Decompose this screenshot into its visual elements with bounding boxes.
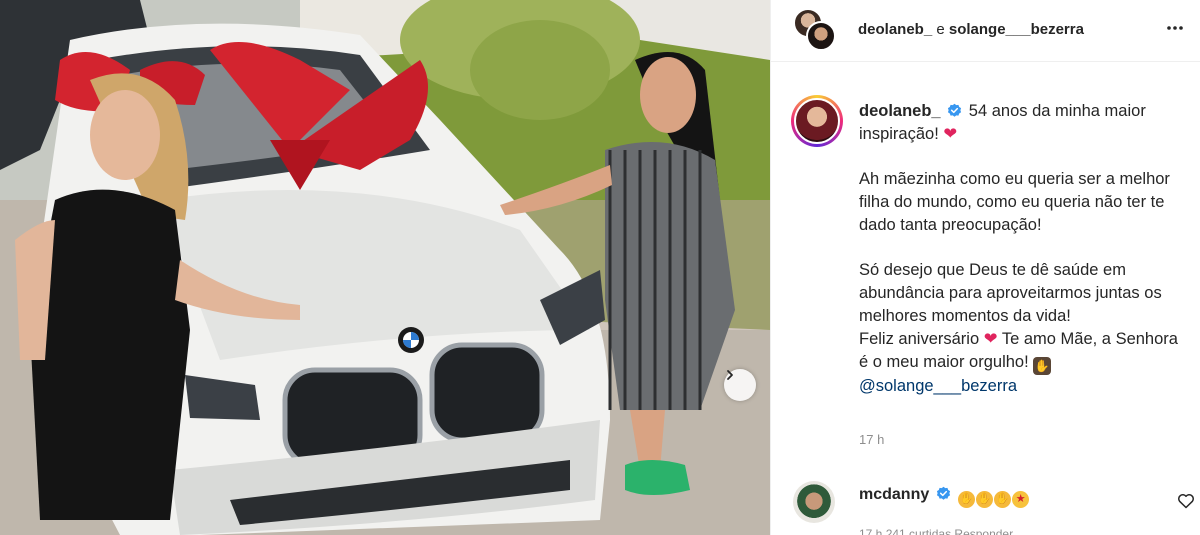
author-username-link[interactable]: deolaneb_ (858, 21, 932, 38)
post-side-panel: deolaneb_ e solange___bezerra deolaneb_ … (770, 0, 1200, 535)
clapping-emoji-icon: ✋ (976, 491, 994, 508)
caption-avatar[interactable] (791, 95, 843, 147)
coauthor-username-link[interactable]: solange___bezerra (949, 21, 1084, 38)
clapping-emoji-icon: ✋ (994, 491, 1012, 508)
caption-paragraph-3-b: Feliz aniversário (859, 330, 980, 348)
post-authors: deolaneb_ e solange___bezerra (858, 21, 1084, 38)
mention-link[interactable]: @solange___bezerra (859, 377, 1017, 395)
commenter-username-link[interactable]: mcdanny (859, 486, 929, 503)
collab-avatars[interactable] (793, 8, 837, 52)
verified-badge-icon (948, 103, 962, 117)
heart-emoji-icon-2: ❤ (983, 330, 998, 348)
coauthor-avatar[interactable] (806, 21, 836, 51)
verified-badge-icon (936, 486, 950, 500)
comment-item: mcdanny ✋ ✋ ✋ ★ (859, 486, 1030, 508)
post-timestamp[interactable]: 17 h (859, 432, 884, 447)
more-horizontal-icon (1167, 26, 1183, 30)
chevron-right-icon (727, 370, 733, 380)
commenter-avatar[interactable] (793, 481, 835, 523)
photo-scene (0, 0, 770, 535)
caption-paragraph-2: Ah mãezinha como eu queria ser a melhor … (859, 170, 1170, 234)
caption-paragraph-3: Só desejo que Deus te dê saúde em abundâ… (859, 259, 1189, 398)
star-eyes-emoji-icon: ★ (1012, 491, 1030, 508)
post-caption: deolaneb_ 54 anos da minha maior inspira… (859, 100, 1189, 398)
authors-joiner: e (932, 21, 949, 38)
like-comment-heart-icon[interactable] (1177, 492, 1195, 510)
post-header: deolaneb_ e solange___bezerra (771, 0, 1200, 62)
next-photo-button[interactable] (724, 369, 756, 401)
caption-username-link[interactable]: deolaneb_ (859, 102, 941, 120)
hands-emoji-icon: ✋ (1033, 357, 1052, 375)
caption-paragraph-3-a: Só desejo que Deus te dê saúde em abundâ… (859, 261, 1162, 325)
heart-emoji-icon: ❤ (943, 125, 958, 143)
clapping-emoji-icon: ✋ (958, 491, 976, 508)
post-photo[interactable] (0, 0, 770, 535)
comment-meta: 17 h 241 curtidas Responder (859, 527, 1014, 535)
more-options-button[interactable] (1166, 18, 1184, 42)
